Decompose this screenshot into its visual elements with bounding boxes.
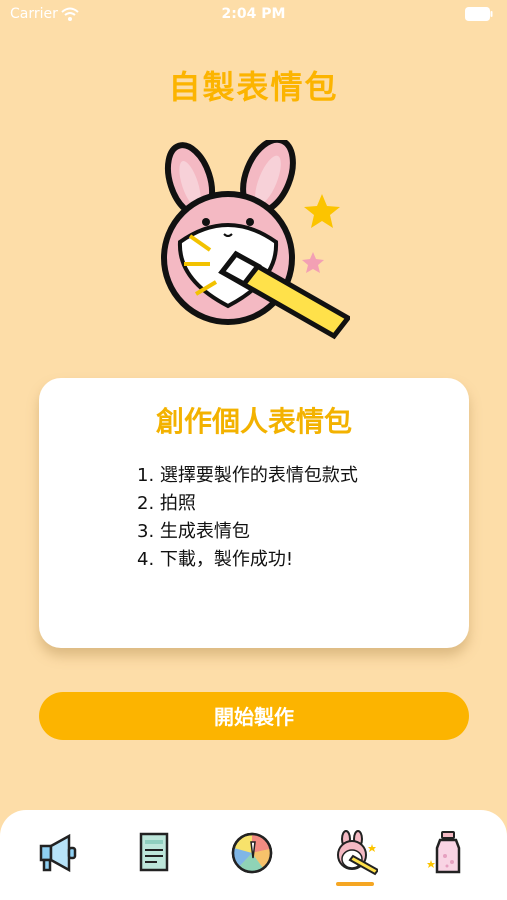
page-title: 自製表情包 xyxy=(168,68,339,106)
tab-bottle[interactable] xyxy=(418,824,478,886)
battery-icon xyxy=(465,7,493,25)
bunny-wand-icon xyxy=(337,830,378,876)
tab-documents[interactable] xyxy=(124,824,184,886)
selected-tab-indicator xyxy=(336,882,374,886)
bunny-mascot-icon xyxy=(150,136,352,344)
color-wheel-icon xyxy=(231,832,273,874)
tab-announcements[interactable] xyxy=(28,824,88,886)
card-title: 創作個人表情包 xyxy=(155,405,352,438)
document-icon xyxy=(139,832,169,872)
start-making-button[interactable]: 開始製作 xyxy=(39,692,469,740)
megaphone-icon xyxy=(39,833,77,873)
step-item: 3. 生成表情包 xyxy=(137,521,250,542)
bottle-icon xyxy=(427,831,461,874)
step-item: 4. 下載，製作成功! xyxy=(137,549,294,570)
step-item: 2. 拍照 xyxy=(137,493,196,514)
instructions-card: 創作個人表情包 1. 選擇要製作的表情包款式 2. 拍照 3. 生成表情包 4.… xyxy=(39,378,469,648)
tab-bar xyxy=(0,810,507,900)
tab-colors[interactable] xyxy=(222,824,282,886)
steps-list: 1. 選擇要製作的表情包款式 2. 拍照 3. 生成表情包 4. 下載，製作成功… xyxy=(137,462,358,574)
status-time: 2:04 PM xyxy=(221,6,286,22)
tab-sticker-maker[interactable] xyxy=(325,824,385,886)
step-item: 1. 選擇要製作的表情包款式 xyxy=(137,465,358,486)
status-bar: Carrier 2:04 PM xyxy=(0,0,507,30)
